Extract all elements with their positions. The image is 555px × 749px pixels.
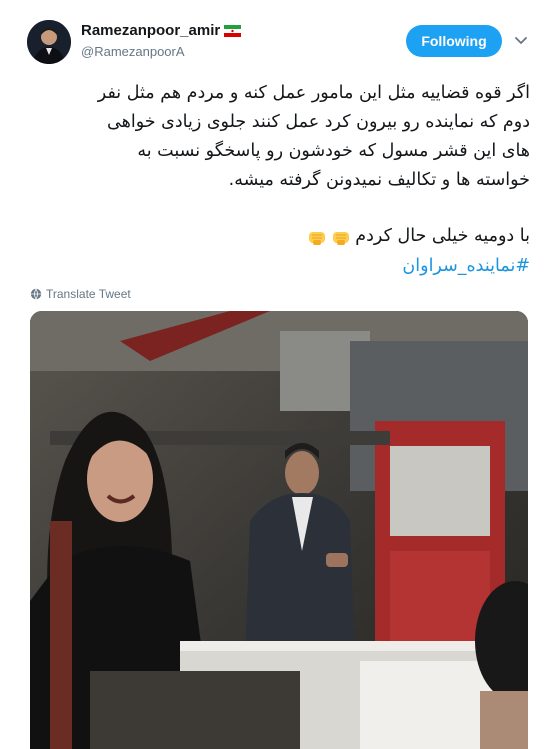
following-button[interactable]: Following [406,25,502,57]
author-name-row: Ramezanpoor_amir [81,22,242,39]
video-thumbnail [30,311,528,749]
tweet-text-line: دوم که نماینده رو بیرون کرد عمل کنند جلو… [107,112,530,132]
author-handle[interactable]: @RamezanpoorA [81,44,185,59]
globe-icon [30,288,42,300]
tweet-text-line: های این قشر مسول که خودشون رو پاسخگو نسب… [137,141,530,161]
tweet-second-line: با دومیه خیلی حال کردم [355,226,530,246]
translate-tweet-label: Translate Tweet [46,287,131,301]
author-display-name[interactable]: Ramezanpoor_amir [81,22,220,39]
translate-tweet[interactable]: Translate Tweet [30,287,131,301]
hashtag-link[interactable]: #نماینده_سراوان [22,252,530,281]
iran-flag-icon [224,24,242,37]
tweet-media-video[interactable] [30,311,528,749]
tweet-text-line: اگر قوه قضاییه مثل این مامور عمل کنه و م… [97,83,530,103]
fist-emoji-icon [309,231,326,245]
avatar-image [27,20,71,64]
tweet: Ramezanpoor_amir @RamezanpoorA Following… [0,0,555,749]
tweet-text-line: خواسته ها و تکالیف نمیدونن گرفته میشه. [228,170,530,190]
tweet-second-paragraph: با دومیه خیلی حال کردم [22,222,530,251]
fist-emoji-icon [333,231,350,245]
avatar[interactable] [27,20,71,64]
chevron-down-icon[interactable] [513,33,529,49]
